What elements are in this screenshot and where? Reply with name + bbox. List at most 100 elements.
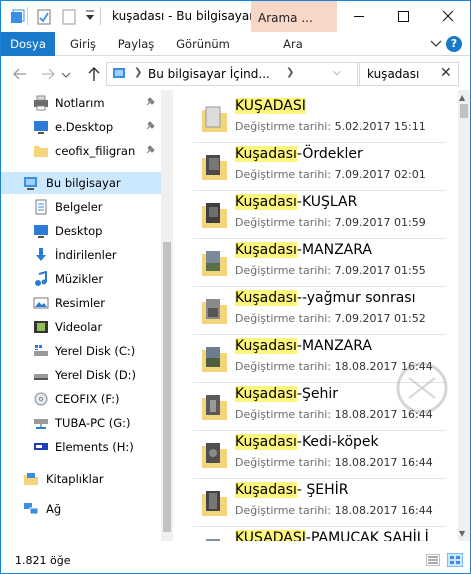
navigation-pane: Notlarım e.Desktop ceofix_filigran Bu bi…: [1, 90, 173, 541]
windows-drive-icon: [33, 343, 49, 359]
list-item[interactable]: Kuşadası- ŞEHİR Değiştirme tarihi: 18.08…: [193, 479, 445, 527]
computer-icon: [23, 175, 39, 191]
nav-item-drive-g[interactable]: TUBA-PC (G:): [1, 412, 161, 434]
nav-item-documents[interactable]: Belgeler: [1, 196, 161, 218]
folder-thumbnail-icon: [201, 104, 228, 134]
ribbon-tabs: Dosya Giriş Paylaş Görünüm Ara ?: [1, 32, 470, 56]
back-button[interactable]: [11, 65, 29, 83]
scroll-down-icon[interactable]: ▼: [459, 529, 465, 538]
tab-view[interactable]: Görünüm: [167, 32, 239, 56]
explorer-app-icon[interactable]: [9, 9, 25, 28]
desktop-icon: [33, 223, 49, 239]
list-item[interactable]: Kuşadası--yağmur sonrası Değiştirme tari…: [193, 287, 445, 335]
documents-icon: [33, 199, 49, 215]
expand-ribbon-icon[interactable]: [430, 38, 442, 52]
breadcrumb-separator-icon[interactable]: ❯: [286, 67, 294, 78]
nav-label: Ağ: [46, 502, 62, 516]
date-label: Değiştirme tarihi:: [235, 264, 332, 277]
recent-locations-icon[interactable]: [61, 69, 71, 87]
properties-icon[interactable]: [36, 9, 52, 28]
nav-item-e-desktop[interactable]: e.Desktop: [1, 116, 161, 138]
nav-item-libraries[interactable]: Kitaplıklar: [1, 468, 161, 490]
maximize-button[interactable]: [381, 1, 426, 32]
nav-item-network[interactable]: Ağ: [1, 498, 161, 520]
nav-scrollbar-thumb[interactable]: [163, 242, 171, 532]
pin-icon[interactable]: [144, 96, 156, 111]
minimize-button[interactable]: [336, 1, 381, 32]
scroll-up-icon[interactable]: ▲: [459, 93, 465, 102]
folder-thumbnail-icon: [201, 440, 228, 470]
list-item[interactable]: Kuşadası-KUŞLAR Değiştirme tarihi: 7.09.…: [193, 191, 445, 239]
downloads-icon: [33, 247, 49, 263]
list-item[interactable]: Kuşadası-MANZARA Değiştirme tarihi: 7.09…: [193, 239, 445, 287]
nav-item-ceofix-filigran[interactable]: ceofix_filigran: [1, 140, 161, 162]
nav-item-notlarim[interactable]: Notlarım: [1, 92, 161, 114]
nav-item-drive-f[interactable]: CEOFIX (F:): [1, 388, 161, 410]
address-bar[interactable]: ❯ Bu bilgisayar İçind... ❯ ⌵: [106, 62, 358, 86]
pin-icon[interactable]: [144, 120, 156, 135]
date-label: Değiştirme tarihi:: [235, 360, 332, 373]
file-name: -Şehir: [296, 386, 338, 402]
help-icon[interactable]: ?: [446, 36, 462, 52]
tab-home[interactable]: Giriş: [59, 32, 107, 56]
nav-item-music[interactable]: Müzikler: [1, 268, 161, 290]
list-item[interactable]: Kuşadası-Kedi-köpek Değiştirme tarihi: 1…: [193, 431, 445, 479]
search-query: kuşadası: [367, 67, 420, 81]
address-dropdown-icon[interactable]: ⌵: [333, 67, 341, 78]
nav-label: Resimler: [55, 296, 105, 310]
file-name-match: Kuşadası: [235, 434, 297, 450]
desktop-icon: [33, 119, 49, 135]
list-item[interactable]: KUŞADASI Değiştirme tarihi: 5.02.2017 15…: [193, 95, 445, 143]
folder-thumbnail-icon: [201, 488, 228, 518]
file-list-scrollbar[interactable]: ▲ ▼: [458, 90, 470, 541]
folder-thumbnail-icon: [201, 392, 228, 422]
pictures-icon: [33, 295, 49, 311]
tab-search[interactable]: Ara: [273, 32, 313, 56]
nav-item-videos[interactable]: Videolar: [1, 316, 161, 338]
this-pc-icon: [112, 67, 128, 84]
large-icons-view-icon[interactable]: [446, 552, 464, 570]
nav-pane-scrollbar[interactable]: [161, 90, 173, 541]
nav-label: İndirilenler: [55, 248, 117, 262]
date-label: Değiştirme tarihi:: [235, 168, 332, 181]
file-name-match: Kuşadası: [235, 290, 297, 306]
nav-item-this-pc[interactable]: Bu bilgisayar: [1, 172, 161, 194]
nav-item-drive-d[interactable]: Yerel Disk (D:): [1, 364, 161, 386]
list-item[interactable]: KUSADASI-PAMUCAK SAHİLİ: [193, 527, 445, 541]
list-item[interactable]: Kuşadası-Ördekler Değiştirme tarihi: 7.0…: [193, 143, 445, 191]
file-name: -MANZARA: [296, 338, 372, 354]
nav-item-drive-c[interactable]: Yerel Disk (C:): [1, 340, 161, 362]
clear-search-icon[interactable]: ✕: [440, 65, 452, 81]
breadcrumb[interactable]: Bu bilgisayar İçind...: [148, 67, 270, 81]
tab-file[interactable]: Dosya: [1, 32, 55, 56]
optical-drive-icon: [33, 391, 49, 407]
new-folder-icon[interactable]: [61, 9, 77, 28]
file-list: KUŞADASI Değiştirme tarihi: 5.02.2017 15…: [173, 90, 458, 541]
nav-label: TUBA-PC (G:): [55, 416, 131, 430]
file-name: -Kedi-köpek: [296, 434, 379, 450]
file-list-scrollbar-thumb[interactable]: [460, 104, 468, 118]
drive-icon: [33, 367, 49, 383]
customize-toolbar-icon[interactable]: [85, 10, 95, 25]
nav-item-drive-h[interactable]: Elements (H:): [1, 436, 161, 458]
nav-item-desktop[interactable]: Desktop: [1, 220, 161, 242]
up-button[interactable]: [85, 65, 103, 83]
file-name-match: KUŞADASI: [235, 98, 306, 114]
nav-item-pictures[interactable]: Resimler: [1, 292, 161, 314]
nav-item-downloads[interactable]: İndirilenler: [1, 244, 161, 266]
breadcrumb-separator-icon[interactable]: ❯: [134, 67, 142, 78]
search-tools-context-tab[interactable]: Arama ...: [251, 1, 337, 32]
forward-button[interactable]: [39, 65, 57, 83]
pin-icon[interactable]: [144, 144, 156, 159]
search-input[interactable]: kuşadası ✕: [359, 62, 459, 86]
date-label: Değiştirme tarihi:: [235, 408, 332, 421]
file-name-match: Kuşadası: [235, 146, 297, 162]
tab-share[interactable]: Paylaş: [111, 32, 161, 56]
file-name-match: KUSADASI: [235, 530, 306, 541]
file-name: --yağmur sonrası: [296, 290, 416, 306]
close-button[interactable]: [425, 1, 470, 32]
details-view-icon[interactable]: [425, 553, 441, 569]
videos-icon: [33, 319, 49, 335]
address-row: ❯ Bu bilgisayar İçind... ❯ ⌵ kuşadası ✕: [1, 57, 470, 90]
file-name-match: Kuşadası: [235, 338, 297, 354]
